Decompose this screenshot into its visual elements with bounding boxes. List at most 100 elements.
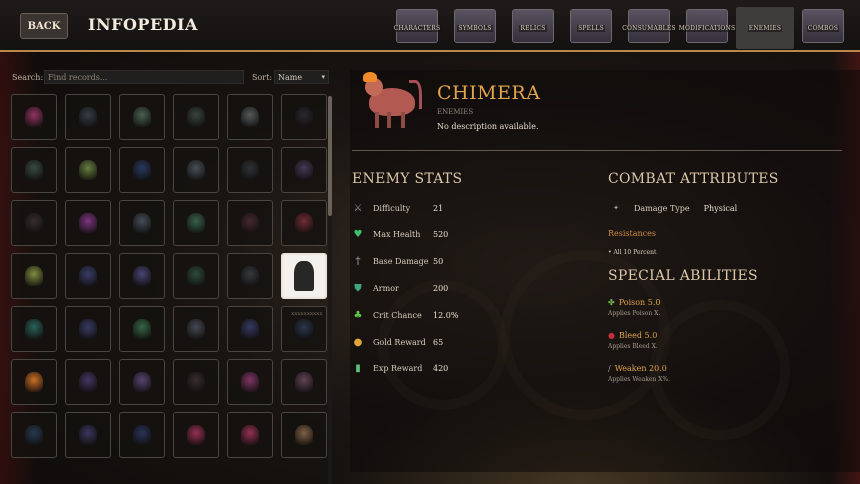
enemy-sprite	[133, 107, 151, 127]
enemy-record[interactable]	[227, 306, 273, 352]
enemy-record[interactable]	[173, 306, 219, 352]
tab-modifications[interactable]: MODIFICATIONS	[677, 7, 737, 49]
enemy-record[interactable]	[11, 147, 57, 193]
enemy-record[interactable]	[173, 94, 219, 140]
enemy-sprite	[295, 107, 313, 127]
enemy-record[interactable]	[11, 412, 57, 458]
portrait-leg	[375, 112, 379, 128]
enemy-record[interactable]	[11, 306, 57, 352]
back-button-label: BACK	[27, 20, 61, 32]
enemy-record[interactable]	[173, 412, 219, 458]
enemy-sprite	[295, 160, 313, 180]
enemy-record[interactable]	[65, 94, 111, 140]
search-input[interactable]	[44, 70, 244, 84]
stat-name: Exp Reward	[373, 364, 423, 374]
enemy-sprite	[133, 425, 151, 445]
enemy-record[interactable]	[119, 147, 165, 193]
sort-select[interactable]: Name ▾	[274, 70, 329, 84]
enemy-record[interactable]	[119, 94, 165, 140]
enemy-record[interactable]	[281, 147, 327, 193]
enemy-sprite	[187, 425, 205, 445]
enemy-sprite	[79, 425, 97, 445]
stat-value: 200	[433, 283, 449, 293]
tab-enemies[interactable]: ENEMIES	[736, 7, 794, 49]
enemy-record[interactable]	[227, 359, 273, 405]
stat-value: 50	[433, 257, 444, 267]
grid-scrollbar-thumb[interactable]	[328, 96, 332, 216]
enemy-record[interactable]	[65, 412, 111, 458]
enemy-record[interactable]	[65, 200, 111, 246]
enemy-record[interactable]	[227, 147, 273, 193]
enemy-record[interactable]	[65, 306, 111, 352]
stat-row-max-health: ♥ Max Health 520	[352, 227, 449, 243]
enemy-record[interactable]	[11, 94, 57, 140]
tab-label: ENEMIES	[747, 24, 783, 32]
tab-combos[interactable]: COMBOS	[794, 7, 852, 49]
enemy-record-selected[interactable]	[281, 253, 327, 299]
resistances-item: • All 10 Percent	[608, 249, 657, 256]
tab-consumables[interactable]: CONSUMABLES	[620, 7, 678, 49]
enemy-record[interactable]	[65, 147, 111, 193]
tab-label: RELICS	[519, 24, 547, 32]
enemy-record[interactable]	[173, 147, 219, 193]
enemy-sprite	[79, 319, 97, 339]
enemy-sprite	[295, 319, 313, 339]
enemy-portrait	[359, 72, 425, 134]
crossed-swords-icon: ⚔	[353, 202, 363, 214]
enemy-record[interactable]	[173, 200, 219, 246]
enemy-sprite	[187, 160, 205, 180]
enemy-grid	[11, 94, 327, 484]
enemy-record[interactable]	[281, 412, 327, 458]
enemy-record[interactable]	[119, 359, 165, 405]
enemy-record[interactable]	[227, 412, 273, 458]
enemy-sprite	[25, 160, 43, 180]
tab-relics[interactable]: RELICS	[504, 7, 562, 49]
enemy-record[interactable]	[65, 359, 111, 405]
enemy-record[interactable]	[173, 253, 219, 299]
ability-name: Poison 5.0	[618, 298, 661, 307]
stat-row-exp-reward: ▮ Exp Reward 420	[352, 361, 448, 377]
dagger-icon: /	[608, 364, 611, 373]
enemy-record[interactable]	[11, 359, 57, 405]
enemy-record[interactable]	[11, 253, 57, 299]
enemy-record[interactable]	[119, 200, 165, 246]
enemy-record[interactable]	[281, 94, 327, 140]
tab-label: MODIFICATIONS	[677, 24, 737, 32]
shield-icon: ⛊	[354, 282, 362, 294]
damage-type-value: Physical	[703, 203, 738, 213]
enemy-sprite	[79, 372, 97, 392]
resistances-title: Resistances	[608, 229, 656, 238]
ability-weaken: / Weaken 20.0 Applies Weaken X%.	[608, 364, 670, 383]
enemy-sprite	[25, 425, 43, 445]
coins-icon: ●	[353, 336, 363, 348]
stat-value: 21	[433, 203, 444, 213]
stat-value: 12.0%	[433, 310, 459, 320]
enemy-record[interactable]	[65, 253, 111, 299]
enemy-record[interactable]	[119, 253, 165, 299]
ability-description: Applies Bleed X.	[608, 343, 658, 350]
enemy-record[interactable]	[281, 359, 327, 405]
tab-spells[interactable]: SPELLS	[562, 7, 620, 49]
tab-characters[interactable]: CHARACTERS	[388, 7, 446, 49]
stat-name: Gold Reward	[373, 337, 426, 347]
back-button[interactable]: BACK	[20, 13, 68, 39]
enemy-record[interactable]	[281, 200, 327, 246]
potion-icon: ▮	[355, 363, 361, 375]
enemy-record[interactable]	[11, 200, 57, 246]
enemy-record[interactable]	[227, 200, 273, 246]
enemy-record[interactable]	[119, 306, 165, 352]
enemy-record[interactable]	[173, 359, 219, 405]
tab-label: CONSUMABLES	[621, 24, 677, 32]
enemy-record[interactable]	[119, 412, 165, 458]
stat-name: Crit Chance	[373, 310, 422, 320]
stat-value: 420	[433, 364, 449, 374]
stat-value: 65	[433, 337, 444, 347]
enemy-record[interactable]	[227, 94, 273, 140]
sort-label: Sort:	[252, 73, 273, 82]
tab-symbols[interactable]: SYMBOLS	[446, 7, 504, 49]
enemy-category: ENEMIES	[437, 108, 474, 116]
tab-label: COMBOS	[806, 24, 840, 32]
enemy-record[interactable]	[227, 253, 273, 299]
ability-description: Applies Weaken X%.	[608, 376, 671, 383]
stat-name: Difficulty	[373, 203, 411, 213]
